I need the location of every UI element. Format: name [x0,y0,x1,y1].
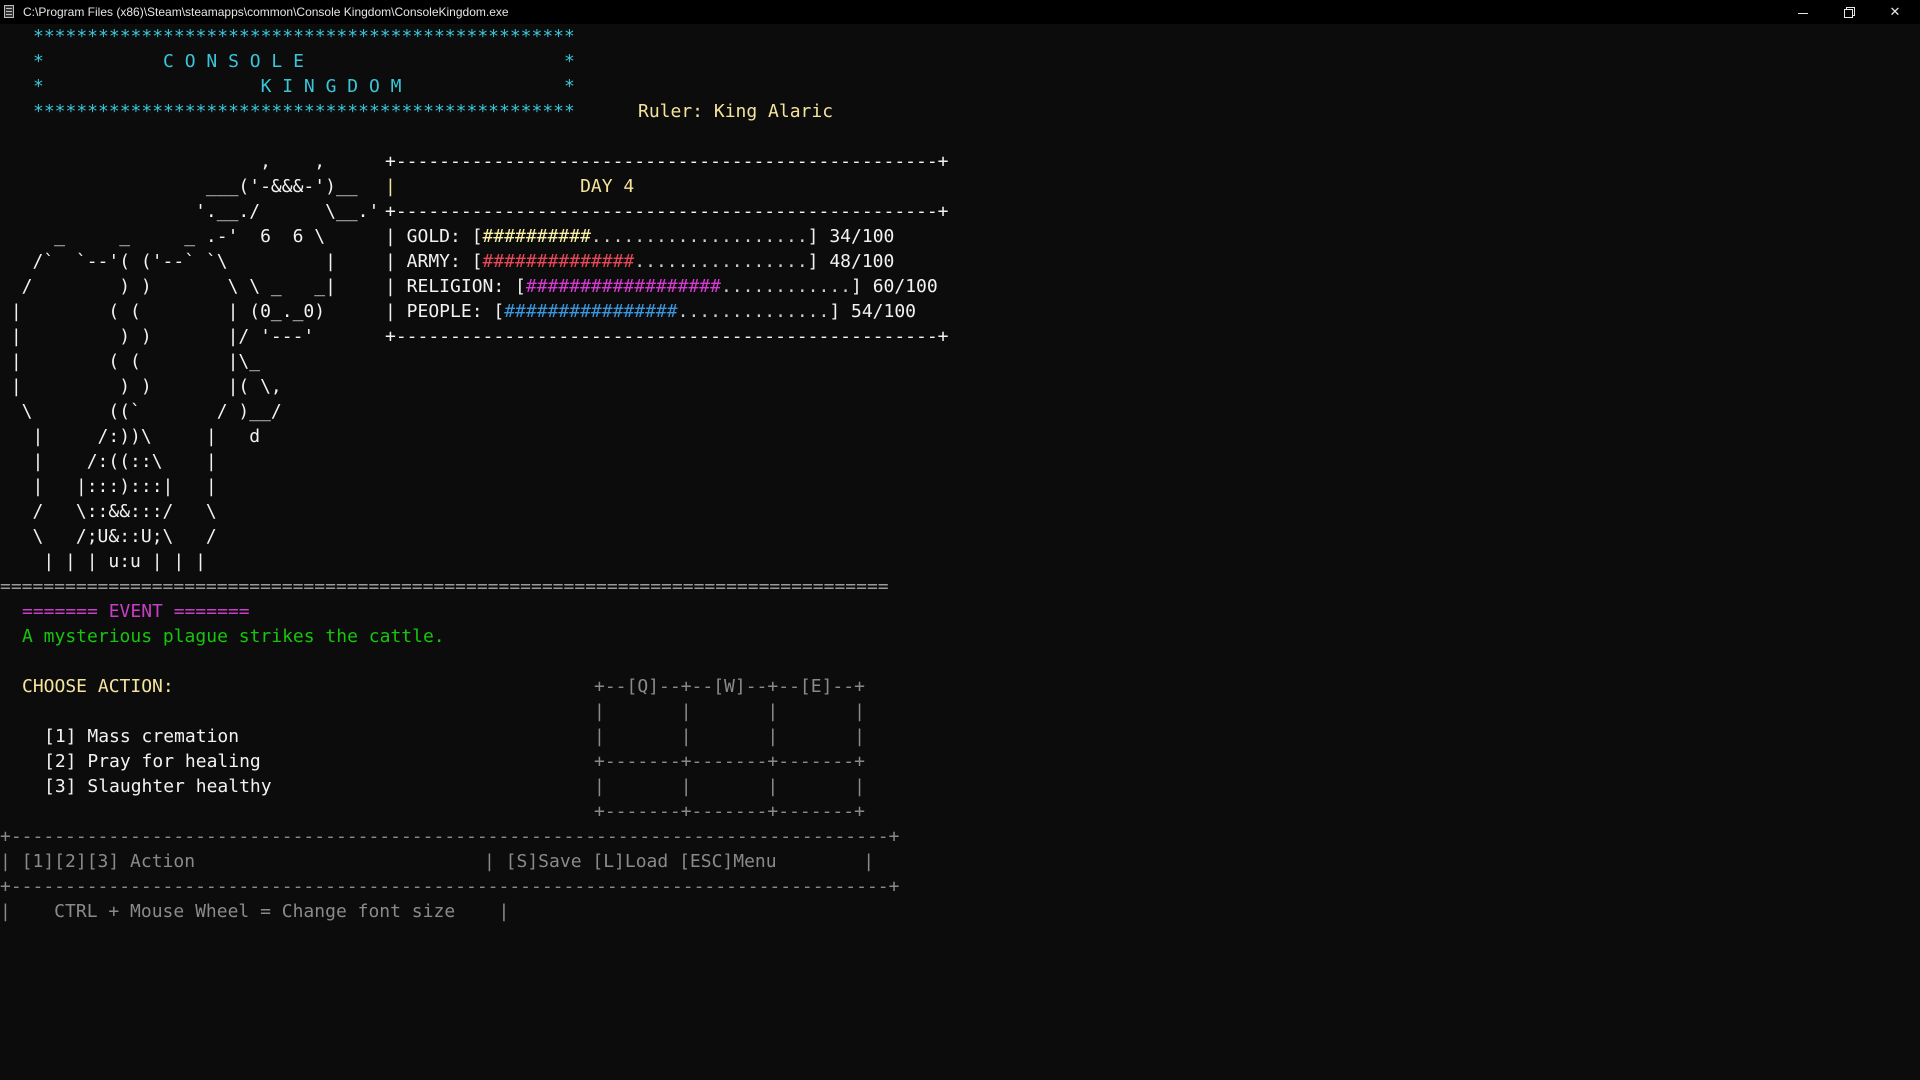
key-grid-row: +-------+-------+-------+ [594,751,865,772]
controls-menu-hint: | [S]Save [L]Load [ESC]Menu | [484,851,875,872]
close-button[interactable]: ✕ [1872,0,1918,24]
minimize-icon [1798,12,1808,14]
key-grid-row: +-------+-------+-------+ [594,801,865,822]
stat-value: ] 34/100 [807,226,895,247]
footer-top-border: +---------------------------------------… [0,826,900,847]
stat-row: | ARMY: [##############................]… [385,249,894,274]
day-counter: | DAY 4 [385,176,635,197]
banner-title-kingdom: * K I N G D O M * [33,76,575,97]
action-option-3[interactable]: [3] Slaughter healthy [44,774,272,799]
stat-row: | GOLD: [##########....................]… [385,224,894,249]
console-window[interactable]: ****************************************… [0,24,1920,1080]
key-grid-row: | | | | [594,776,865,797]
close-icon: ✕ [1889,4,1901,20]
banner-title-console: * C O N S O L E * [33,51,575,72]
key-grid-row: | | | | [594,726,865,747]
ascii-art-line: \ ((` / )__/ [0,401,282,422]
stat-label: | PEOPLE: [ [385,301,505,322]
section-divider: ========================================… [0,576,889,597]
ascii-art-line: | /:((::\ | [0,451,217,472]
status-panel-bottom-border: +---------------------------------------… [385,326,949,347]
stat-bar-filled: ############## [482,251,635,272]
stat-row: | PEOPLE: [################.............… [385,299,916,324]
stat-bar-empty: .................... [590,226,808,247]
key-grid-row: +--[Q]--+--[W]--+--[E]--+ [594,676,865,697]
ascii-art-line: '.__./ \__.' [0,201,380,222]
window-title-bar: C:\Program Files (x86)\Steam\steamapps\c… [0,0,1920,24]
banner-top-border: ****************************************… [33,26,575,47]
stat-value: ] 54/100 [829,301,917,322]
stat-bar-filled: ################ [504,301,678,322]
action-key: [2] [44,751,77,772]
action-option-1[interactable]: [1] Mass cremation [44,724,239,749]
status-panel-top-border: +---------------------------------------… [385,151,949,172]
key-grid-row: | | | | [594,701,865,722]
ascii-art-line: | ) ) |/ '---' [0,326,315,347]
banner-bottom-border: ****************************************… [33,101,575,122]
stat-label: | ARMY: [ [385,251,483,272]
event-description: A mysterious plague strikes the cattle. [22,626,445,647]
footer-middle-border: +---------------------------------------… [0,876,900,897]
action-label: Pray for healing [87,751,261,772]
minimize-button[interactable] [1780,0,1826,24]
ascii-art-line: / ) ) \ \ _ _| [0,276,336,297]
stat-value: ] 60/100 [851,276,938,297]
window-title: C:\Program Files (x86)\Steam\steamapps\c… [23,5,509,19]
ascii-art-line: / \::&&:::/ \ [0,501,217,522]
choose-action-prompt: CHOOSE ACTION: [22,676,174,697]
stat-bar-filled: ################## [525,276,721,297]
ascii-art-line: | /:))\ | d [0,426,261,447]
stat-bar-empty: ............ [720,276,852,297]
action-label: Mass cremation [87,726,240,747]
stat-label: | RELIGION: [ [385,276,526,297]
stat-bar-empty: .............. [677,301,830,322]
ascii-art-line: | ( ( |\_ [0,351,261,372]
ascii-art-line: ___('-&&&-')__ [0,176,358,197]
stat-bar-filled: ########## [482,226,591,247]
ascii-art-line: /` `--'( ('--` `\ | [0,251,336,272]
ascii-art-line: , , [0,151,326,172]
controls-action-hint: | [1][2][3] Action [0,851,196,872]
status-panel-divider: +---------------------------------------… [385,201,949,222]
event-header: ======= EVENT ======= [22,601,250,622]
ascii-art-line: | ) ) |( \, [0,376,282,397]
ascii-art-line: | |:::):::| | [0,476,217,497]
restore-icon [1844,7,1855,18]
ruler-name: Ruler: King Alaric [638,101,834,122]
stat-bar-empty: ................ [634,251,808,272]
font-size-hint: | CTRL + Mouse Wheel = Change font size … [0,901,510,922]
ascii-art-line: | | | u:u | | | [0,551,206,572]
ascii-art-line: _ _ _ .-' 6 6 \ [0,226,326,247]
ascii-art-line: | ( ( | (0_._0) [0,301,326,322]
action-key: [1] [44,726,77,747]
stat-label: | GOLD: [ [385,226,483,247]
stat-value: ] 48/100 [807,251,895,272]
console-app-icon [4,5,14,18]
action-key: [3] [44,776,77,797]
restore-button[interactable] [1826,0,1872,24]
action-label: Slaughter healthy [87,776,272,797]
action-option-2[interactable]: [2] Pray for healing [44,749,261,774]
ascii-art-line: \ /;U&::U;\ / [0,526,217,547]
stat-row: | RELIGION: [##################.........… [385,274,938,299]
